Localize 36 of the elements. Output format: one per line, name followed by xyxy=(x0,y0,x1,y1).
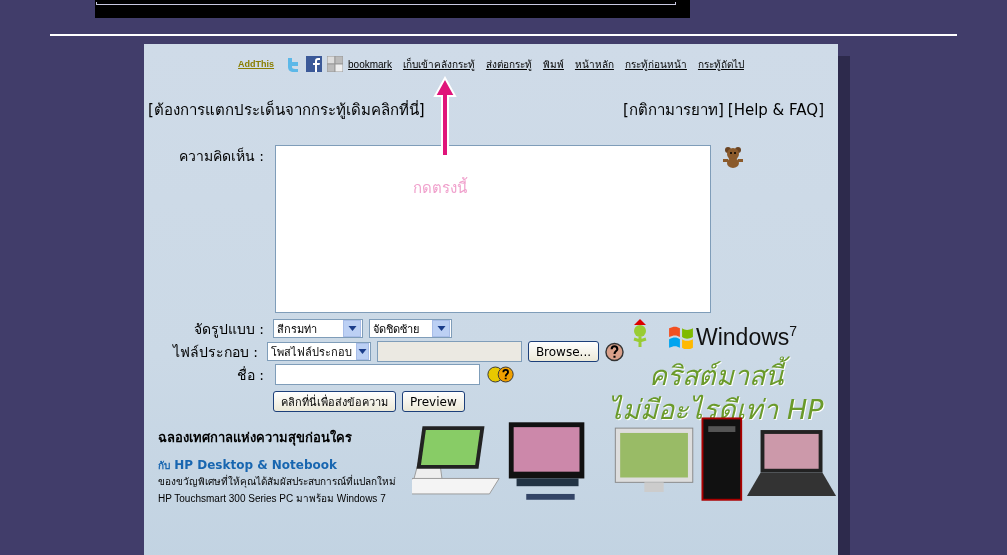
nav-link[interactable]: กระทู้ก่อนหน้า xyxy=(624,56,687,72)
smiley-help-icon[interactable] xyxy=(486,365,516,384)
color-dropdown[interactable]: สีกรมท่า xyxy=(273,319,363,338)
attachment-label: ไฟล์ประกอบ : xyxy=(171,342,259,362)
help-icon[interactable] xyxy=(605,341,624,362)
caret-icon xyxy=(357,348,367,355)
teddy-bear-icon[interactable] xyxy=(721,145,745,169)
nav-link[interactable]: หน้าหลัก xyxy=(574,56,614,72)
ad-heading: ฉลองเทศกาลแห่งความสุขก่อนใคร xyxy=(158,428,353,448)
preview-button[interactable]: Preview xyxy=(402,391,465,412)
nav-link[interactable]: กระทู้ถัดไป xyxy=(697,56,744,72)
nav-link[interactable]: เก็บเข้าคลังกระทู้ xyxy=(402,56,475,72)
name-label: ชื่อ : xyxy=(235,365,265,385)
comment-label: ความคิดเห็น : xyxy=(177,146,265,166)
caret-icon xyxy=(436,325,446,332)
browse-button[interactable]: Browse... xyxy=(527,341,599,362)
annotation-text: กดตรงนี้ xyxy=(413,176,467,199)
name-field[interactable] xyxy=(275,364,480,385)
split-topic-link[interactable]: [ต้องการแตกประเด็นจากกระทู้เดิมคลิกที่นี่] xyxy=(148,101,425,119)
nav-link[interactable]: ส่งต่อกระทู้ xyxy=(485,56,532,72)
nav-link[interactable]: พิมพ์ xyxy=(542,56,564,72)
align-dropdown[interactable]: จัดชิดซ้าย xyxy=(369,319,452,338)
nav-link[interactable]: bookmark xyxy=(348,58,392,70)
windows-logo-icon xyxy=(668,324,694,349)
rules-link[interactable]: [กติกามารยาท] xyxy=(623,101,724,119)
format-label: จัดรูปแบบ : xyxy=(192,319,265,340)
windows-logo-text: Windows$^{7}$ xyxy=(696,323,798,351)
comment-field[interactable] xyxy=(275,145,711,313)
facebook-icon[interactable] xyxy=(306,56,323,72)
file-type-dropdown[interactable]: โพสไฟล์ประกอบ xyxy=(266,342,371,361)
caret-icon xyxy=(347,325,357,332)
help-link[interactable]: [Help & FAQ] xyxy=(727,101,824,119)
ad-body-text: HP Touchsmart 300 Series PC มาพร้อม Windows 7 xyxy=(158,491,387,506)
submit-button[interactable]: คลิกที่นี่เพื่อส่งข้อความ xyxy=(273,391,396,412)
ad-body-text: ของขวัญพิเศษที่ให้คุณได้สัมผัสประสบการณ์ที่แปลกใหม่ xyxy=(158,473,396,490)
ad-subheading: กับ HP Desktop & Notebook xyxy=(158,457,339,473)
